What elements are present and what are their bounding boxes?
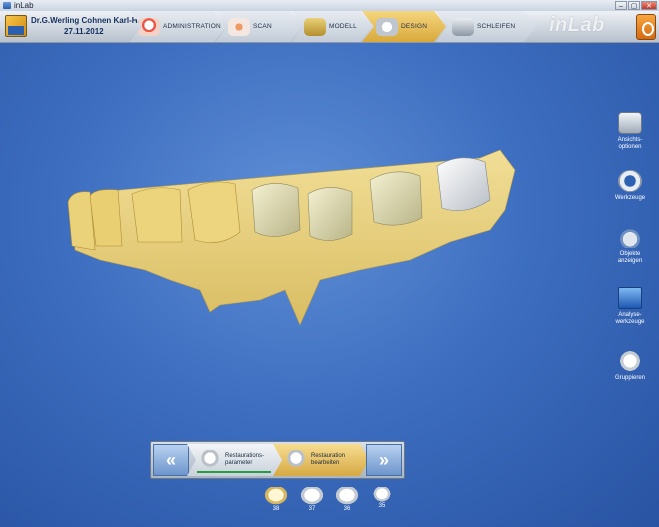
tool-group[interactable]: Gruppieren	[607, 350, 653, 382]
crown-restoration-active[interactable]	[436, 157, 491, 211]
restoration-parameter-icon	[199, 450, 221, 468]
tool-tools[interactable]: Werkzeuge	[607, 170, 653, 202]
crown-restoration[interactable]	[251, 183, 301, 237]
patient-date: 27.11.2012	[64, 27, 104, 36]
phase-restoration-parameter[interactable]: Restaurations- parameter	[187, 444, 283, 476]
group-icon	[618, 350, 642, 372]
tooth-icon	[373, 487, 391, 502]
tool-label: Ansichts- optionen	[617, 137, 643, 150]
model-icon	[304, 18, 326, 36]
header-toolbar: Dr.G.Werling Cohnen Karl-He... 27.11.201…	[0, 11, 659, 43]
tooth-selector-35[interactable]: 35	[368, 487, 396, 509]
scan-icon	[228, 18, 250, 36]
patient-case-icon[interactable]	[5, 15, 27, 37]
phase-edit-restoration[interactable]: Restauration bearbeiten	[273, 444, 369, 476]
crown-restoration[interactable]	[369, 171, 423, 226]
phase-label: Restauration bearbeiten	[311, 453, 346, 466]
close-button[interactable]: ✕	[641, 1, 657, 10]
patient-name: Dr.G.Werling Cohnen Karl-He...	[31, 16, 149, 25]
tool-analysis[interactable]: Analyse- werkzeuge	[607, 287, 653, 326]
tooth-selector-37[interactable]: 37	[298, 487, 326, 512]
tooth-number: 38	[272, 506, 280, 512]
tooth-number: 36	[343, 506, 351, 512]
tooth-selector-36[interactable]: 36	[333, 487, 361, 512]
step-label: SCHLEIFEN	[477, 23, 516, 30]
step-label: ADMINISTRATION	[163, 23, 221, 30]
tools-icon	[618, 170, 642, 192]
window-title: inLab	[14, 1, 34, 10]
natural-tooth	[187, 181, 241, 243]
tool-label: Gruppieren	[614, 375, 646, 381]
milling-icon	[452, 18, 474, 36]
natural-tooth	[131, 187, 183, 243]
tooth-number: 35	[378, 503, 386, 509]
step-modell[interactable]: MODELL	[292, 11, 372, 42]
show-objects-icon	[618, 226, 642, 248]
admin-icon	[138, 18, 160, 36]
tool-label: Objekte anzeigen	[617, 251, 643, 264]
minimize-button[interactable]: –	[615, 1, 627, 10]
edit-restoration-icon	[285, 450, 307, 468]
phase-panel: « Restaurations- parameter Restauration …	[150, 441, 405, 479]
tool-label: Werkzeuge	[614, 195, 646, 201]
previous-phase-button[interactable]: «	[153, 444, 189, 476]
maximize-button[interactable]: ▢	[628, 1, 640, 10]
natural-tooth	[89, 189, 123, 247]
tool-view-options[interactable]: Ansichts- optionen	[607, 112, 653, 151]
tooth-icon	[300, 487, 324, 505]
design-icon	[376, 18, 398, 36]
tooth-number: 37	[308, 506, 316, 512]
step-label: MODELL	[329, 23, 357, 30]
step-scan[interactable]: SCAN	[216, 11, 302, 42]
jaw-model-3d[interactable]	[60, 150, 520, 330]
phase-complete-indicator	[197, 471, 271, 473]
app-icon	[3, 2, 11, 9]
step-label: SCAN	[253, 23, 272, 30]
tooth-icon	[335, 487, 359, 505]
step-schleifen[interactable]: SCHLEIFEN	[436, 11, 536, 42]
window-titlebar: inLab – ▢ ✕	[0, 0, 659, 11]
tooth-selector-38[interactable]: 38	[262, 487, 290, 512]
tool-label: Analyse- werkzeuge	[615, 312, 645, 325]
next-phase-button[interactable]: »	[366, 444, 402, 476]
view-options-icon	[618, 112, 642, 134]
step-label: DESIGN	[401, 23, 428, 30]
tool-show-objects[interactable]: Objekte anzeigen	[607, 226, 653, 265]
phase-label: Restaurations- parameter	[225, 453, 265, 466]
tooth-icon	[264, 487, 288, 505]
step-administration[interactable]: ADMINISTRATION	[130, 11, 226, 42]
step-design[interactable]: DESIGN	[362, 11, 446, 42]
analysis-tools-icon	[618, 287, 642, 309]
crown-restoration[interactable]	[307, 187, 353, 241]
options-icon[interactable]	[636, 14, 656, 40]
window-controls: – ▢ ✕	[615, 1, 657, 10]
inlab-logo: inLab	[549, 14, 605, 36]
